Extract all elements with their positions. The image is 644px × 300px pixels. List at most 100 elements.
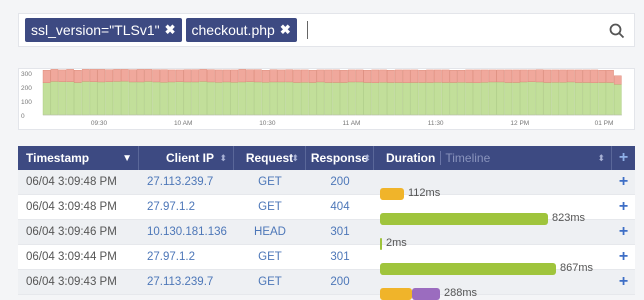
histogram-bar bbox=[136, 69, 145, 83]
add-column-button[interactable]: + bbox=[612, 146, 635, 170]
histogram-bar bbox=[246, 69, 254, 82]
duration-label: 823ms bbox=[552, 212, 586, 224]
expand-row-button[interactable]: + bbox=[612, 198, 635, 216]
expand-row-button[interactable]: + bbox=[612, 273, 635, 291]
filter-chip-ssl-version[interactable]: ssl_version="TLSv1" ✖ bbox=[25, 18, 182, 42]
expand-row-button[interactable]: + bbox=[612, 223, 635, 241]
cell-client-ip[interactable]: 10.130.181.136 bbox=[139, 226, 234, 238]
histogram-bar bbox=[222, 81, 231, 116]
histogram-bar bbox=[128, 69, 137, 83]
x-tick-label: 10:30 bbox=[259, 120, 276, 127]
histogram-bar bbox=[504, 82, 513, 116]
histogram-bar bbox=[128, 81, 137, 116]
cell-response[interactable]: 200 bbox=[306, 176, 374, 188]
timeline-toggle[interactable]: Timeline bbox=[440, 151, 490, 165]
remove-filter-icon[interactable]: ✖ bbox=[165, 22, 176, 38]
cell-client-ip[interactable]: 27.113.239.7 bbox=[139, 276, 234, 288]
histogram-bar bbox=[465, 82, 473, 116]
histogram-bar bbox=[574, 82, 583, 116]
histogram-bar bbox=[410, 82, 419, 116]
table-row[interactable]: 06/04 3:09:48 PM 27.97.1.2 GET 404 823ms + bbox=[18, 195, 635, 225]
histogram-bar bbox=[222, 69, 231, 83]
histogram-bar bbox=[402, 69, 411, 84]
column-header-request[interactable]: Request ⬍ bbox=[234, 146, 306, 170]
cell-client-ip[interactable]: 27.97.1.2 bbox=[139, 201, 234, 213]
histogram-bar bbox=[394, 82, 403, 116]
cell-response[interactable]: 301 bbox=[306, 226, 374, 238]
cell-response[interactable]: 404 bbox=[306, 201, 374, 213]
x-tick-label: 01 PM bbox=[595, 120, 614, 127]
histogram-bar bbox=[105, 81, 114, 116]
y-tick-label: 100 bbox=[21, 99, 32, 106]
histogram-bar bbox=[160, 82, 168, 116]
histogram-bar bbox=[81, 69, 90, 82]
histogram-bar bbox=[136, 81, 145, 116]
histogram-bar bbox=[152, 81, 160, 116]
duration-label: 2ms bbox=[386, 237, 407, 249]
histogram-bar bbox=[74, 70, 82, 83]
histogram-bar bbox=[606, 82, 614, 116]
histogram-bar bbox=[371, 82, 380, 116]
cell-response[interactable]: 301 bbox=[306, 251, 374, 263]
duration-label: 112ms bbox=[408, 187, 441, 199]
cell-request[interactable]: GET bbox=[234, 176, 306, 188]
remove-filter-icon[interactable]: ✖ bbox=[280, 22, 291, 38]
cell-timestamp: 06/04 3:09:44 PM bbox=[26, 251, 117, 263]
histogram-bar bbox=[89, 69, 98, 82]
y-tick-label: 0 bbox=[21, 113, 25, 120]
histogram-bar bbox=[473, 69, 481, 84]
histogram-bar bbox=[480, 82, 489, 116]
histogram-bar bbox=[488, 69, 497, 83]
histogram-bar bbox=[113, 81, 121, 116]
expand-row-button[interactable]: + bbox=[612, 173, 635, 191]
histogram-bar bbox=[512, 69, 520, 83]
column-header-response[interactable]: Response ⬍ bbox=[306, 146, 374, 170]
histogram-bar bbox=[144, 69, 153, 82]
histogram-bar bbox=[418, 70, 426, 83]
histogram-bar bbox=[254, 81, 262, 116]
expand-row-button[interactable]: + bbox=[612, 248, 635, 266]
cell-timestamp: 06/04 3:09:48 PM bbox=[26, 201, 117, 213]
histogram-bar bbox=[97, 69, 106, 83]
cell-request[interactable]: GET bbox=[234, 251, 306, 263]
request-histogram[interactable]: 300 200 100 0 09:30 10 AM 10:30 11 AM 11:30 12 PM… bbox=[18, 68, 635, 130]
table-row[interactable]: 06/04 3:09:44 PM 27.97.1.2 GET 301 867ms + bbox=[18, 245, 635, 275]
cell-client-ip[interactable]: 27.97.1.2 bbox=[139, 251, 234, 263]
histogram-bar bbox=[582, 82, 591, 116]
cell-request[interactable]: GET bbox=[234, 201, 306, 213]
table-row[interactable]: 06/04 3:09:48 PM 27.113.239.7 GET 200 112ms + bbox=[18, 170, 635, 200]
histogram-bar bbox=[261, 70, 270, 83]
column-header-timestamp[interactable]: Timestamp ▼ bbox=[18, 146, 139, 170]
histogram-bar bbox=[363, 82, 372, 116]
histogram-bar bbox=[167, 69, 176, 83]
cell-client-ip[interactable]: 27.113.239.7 bbox=[139, 176, 234, 188]
cell-request[interactable]: HEAD bbox=[234, 226, 306, 238]
histogram-bar bbox=[457, 82, 466, 116]
histogram-bar bbox=[535, 69, 544, 83]
histogram-bar bbox=[191, 69, 200, 83]
x-tick-label: 09:30 bbox=[91, 120, 108, 127]
search-bar[interactable]: ssl_version="TLSv1" ✖ checkout.php ✖ bbox=[18, 13, 635, 47]
histogram-bar bbox=[160, 69, 168, 83]
column-header-duration[interactable]: Duration Timeline ⬍ bbox=[374, 146, 612, 170]
histogram-bar bbox=[42, 82, 51, 116]
cell-response[interactable]: 200 bbox=[306, 276, 374, 288]
histogram-bar bbox=[81, 81, 90, 116]
histogram-bar bbox=[613, 83, 622, 116]
filter-chip-label: checkout.php bbox=[191, 22, 275, 38]
histogram-bar bbox=[441, 69, 450, 83]
histogram-bar bbox=[301, 69, 309, 83]
search-icon[interactable] bbox=[608, 22, 626, 40]
histogram-bar bbox=[42, 70, 51, 83]
histogram-bar bbox=[74, 82, 82, 116]
histogram-bar bbox=[199, 69, 207, 82]
column-header-client-ip[interactable]: Client IP ⬍ bbox=[139, 146, 234, 170]
histogram-bar bbox=[97, 81, 106, 116]
histogram-bar bbox=[434, 69, 442, 83]
histogram-bar bbox=[465, 69, 473, 83]
cell-request[interactable]: GET bbox=[234, 276, 306, 288]
histogram-bar bbox=[246, 81, 254, 116]
histogram-bar bbox=[199, 81, 207, 116]
filter-chip-checkout[interactable]: checkout.php ✖ bbox=[185, 18, 297, 42]
search-input-cursor[interactable] bbox=[306, 21, 308, 39]
